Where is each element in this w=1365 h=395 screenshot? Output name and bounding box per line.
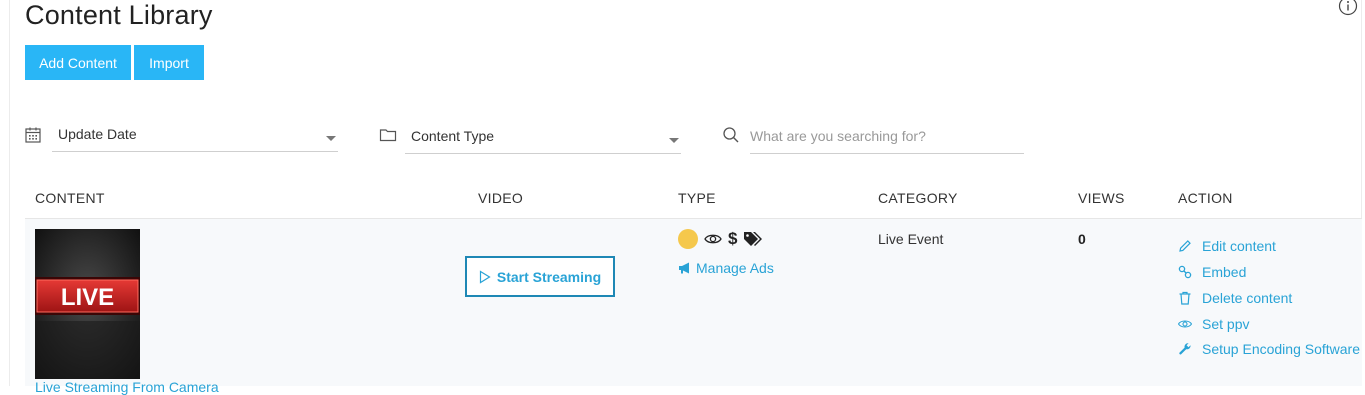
trash-icon — [1179, 291, 1191, 305]
content-type-value: Content Type — [411, 128, 495, 144]
views-value: 0 — [1078, 231, 1086, 247]
header-category: CATEGORY — [878, 190, 958, 206]
content-type-select[interactable]: Content Type — [405, 126, 681, 154]
bullhorn-icon — [679, 262, 689, 274]
manage-ads-link[interactable]: Manage Ads — [678, 260, 774, 276]
content-thumbnail[interactable]: LIVE — [35, 229, 140, 379]
embed-action[interactable]: Embed — [1178, 264, 1360, 280]
set-ppv-label: Set ppv — [1202, 316, 1250, 332]
chevron-down-icon — [669, 138, 679, 143]
search-field[interactable] — [750, 122, 1024, 154]
add-content-button[interactable]: Add Content — [25, 45, 131, 80]
header-video: VIDEO — [478, 190, 524, 206]
manage-ads-label: Manage Ads — [696, 260, 774, 276]
chevron-down-icon — [326, 136, 336, 141]
eye-icon — [704, 234, 722, 244]
link-icon — [1178, 265, 1192, 279]
eye-icon — [1178, 320, 1192, 328]
edit-content-action[interactable]: Edit content — [1178, 238, 1360, 254]
play-icon — [479, 269, 491, 284]
import-button[interactable]: Import — [134, 45, 204, 80]
start-streaming-button[interactable]: Start Streaming — [465, 256, 615, 297]
header-action: ACTION — [1178, 190, 1233, 206]
header-views: VIEWS — [1078, 190, 1125, 206]
live-thumbnail-label: LIVE — [61, 284, 114, 311]
set-ppv-action[interactable]: Set ppv — [1178, 316, 1360, 332]
type-icons: $ — [678, 229, 763, 249]
wrench-icon — [1179, 343, 1191, 355]
header-content: CONTENT — [35, 190, 105, 206]
folder-icon — [379, 129, 397, 142]
category-value: Live Event — [878, 231, 944, 247]
info-icon[interactable] — [1338, 0, 1358, 16]
edit-content-label: Edit content — [1202, 238, 1276, 254]
left-divider — [9, 0, 10, 386]
header-type: TYPE — [678, 190, 716, 206]
delete-content-action[interactable]: Delete content — [1178, 290, 1360, 306]
setup-encoding-software-label: Setup Encoding Software — [1202, 341, 1360, 357]
page-title: Content Library — [25, 0, 213, 30]
calendar-icon — [25, 127, 41, 143]
update-date-value: Update Date — [58, 126, 137, 142]
update-date-select[interactable]: Update Date — [52, 124, 338, 152]
start-streaming-label: Start Streaming — [496, 268, 602, 285]
pencil-icon — [1179, 240, 1191, 252]
tags-icon — [744, 232, 763, 246]
dollar-icon: $ — [728, 229, 738, 248]
status-dot — [678, 229, 698, 249]
search-input[interactable] — [750, 122, 1024, 150]
embed-label: Embed — [1202, 264, 1247, 280]
setup-encoding-software-action[interactable]: Setup Encoding Software — [1178, 341, 1360, 357]
content-title-link[interactable]: Live Streaming From Camera — [35, 379, 219, 395]
search-icon — [723, 127, 739, 143]
delete-content-label: Delete content — [1202, 290, 1293, 306]
